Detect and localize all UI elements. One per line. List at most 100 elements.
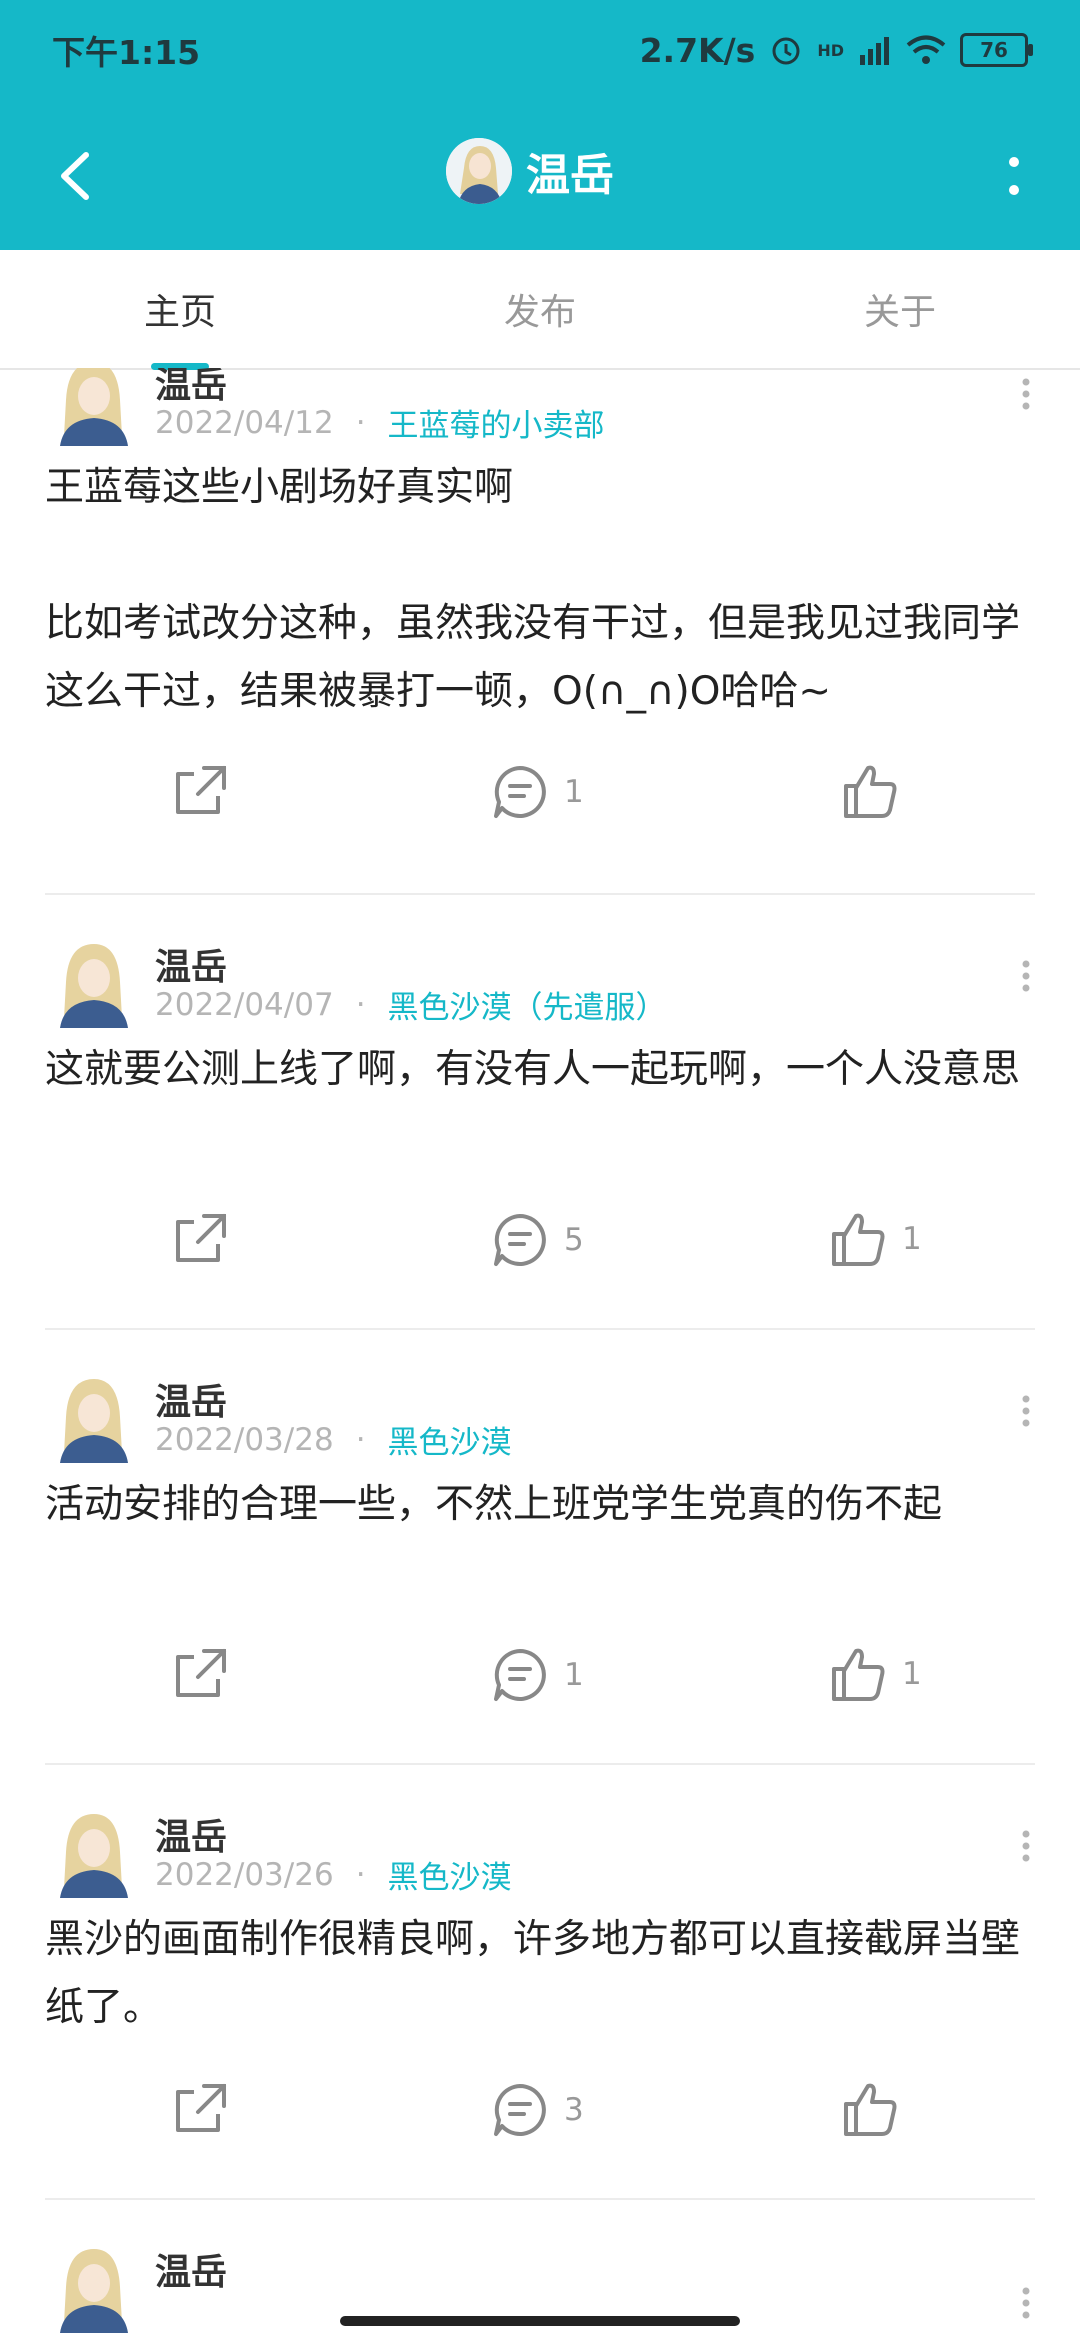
status-bar: 下午1:15 2.7K/s HD 76 <box>0 0 1080 100</box>
tab-bar: 主页 发布 关于 <box>0 250 1080 370</box>
post-content[interactable]: 黑沙的画面制作很精良啊，许多地方都可以直接截屏当壁纸了。 <box>45 1906 1045 2042</box>
post-content[interactable]: 活动安排的合理一些，不然上班党学生党真的伤不起 <box>45 1471 1045 1539</box>
comment-button[interactable]: 5 <box>490 1210 584 1270</box>
tab-publish[interactable]: 发布 <box>360 250 720 368</box>
share-button[interactable] <box>172 1645 230 1703</box>
post-feed[interactable]: 温岳 2022/04/12 · 王蓝莓的小卖部 王蓝莓这些小剧场好真实啊 比如考… <box>0 368 1080 2340</box>
comment-icon <box>494 1649 546 1701</box>
community-tag[interactable]: 王蓝莓的小卖部 <box>388 400 605 445</box>
tab-label: 关于 <box>863 292 936 333</box>
post-more-button[interactable] <box>1006 368 1046 424</box>
net-speed: 2.7K/s <box>639 30 756 70</box>
alarm-icon <box>772 37 800 65</box>
post-more-button[interactable] <box>1006 1816 1046 1876</box>
avatar[interactable] <box>52 2243 134 2333</box>
more-vertical-icon <box>1022 378 1030 410</box>
community-tag[interactable]: 黑色沙漠（先遣服） <box>388 982 667 1027</box>
community-tag[interactable]: 黑色沙漠 <box>388 1852 512 1897</box>
comment-button[interactable]: 3 <box>490 2080 584 2140</box>
post-actions: 3 <box>0 2080 1080 2160</box>
community-tag[interactable]: 黑色沙漠 <box>388 1417 512 1462</box>
hd-label: HD <box>817 40 844 60</box>
share-button[interactable] <box>172 762 230 820</box>
avatar[interactable] <box>446 138 512 204</box>
post-card[interactable]: 温岳 2022/04/12 · 王蓝莓的小卖部 王蓝莓这些小剧场好真实啊 比如考… <box>0 368 1080 856</box>
thumbs-up-icon <box>844 765 897 818</box>
like-button[interactable] <box>840 2080 914 2138</box>
like-button[interactable] <box>840 762 914 820</box>
post-actions: 5 1 <box>0 1210 1080 1290</box>
more-button[interactable] <box>978 140 1050 212</box>
avatar[interactable] <box>52 1373 134 1463</box>
author-name[interactable]: 温岳 <box>155 2243 227 2295</box>
comment-count: 1 <box>564 1657 584 1693</box>
header-user: 温岳 <box>446 138 614 204</box>
more-vertical-icon <box>1022 2287 1030 2319</box>
post-card[interactable]: 温岳 2022/03/26 · 黑色沙漠 黑沙的画面制作很精良啊，许多地方都可以… <box>0 1808 1080 2228</box>
top-header: 下午1:15 2.7K/s HD 76 温岳 <box>0 0 1080 250</box>
status-icons: 2.7K/s HD 76 <box>639 30 1033 70</box>
thumbs-up-icon <box>832 1648 885 1701</box>
share-icon <box>176 766 226 814</box>
share-button[interactable] <box>172 1210 230 1268</box>
thumbs-up-icon <box>844 2083 897 2136</box>
post-meta: 2022/03/28 · 黑色沙漠 <box>155 1417 512 1462</box>
divider <box>45 1763 1035 1765</box>
comment-icon <box>494 766 546 818</box>
more-vertical-icon <box>1009 157 1019 195</box>
tab-label: 主页 <box>143 292 216 333</box>
tab-home[interactable]: 主页 <box>0 250 360 370</box>
nav-bar: 温岳 <box>0 100 1080 250</box>
chevron-left-icon <box>61 152 89 200</box>
divider <box>45 893 1035 895</box>
cellular-signal-icon <box>860 37 889 65</box>
like-count: 1 <box>902 1221 922 1257</box>
like-button[interactable]: 1 <box>828 1210 922 1268</box>
divider <box>45 2198 1035 2200</box>
post-more-button[interactable] <box>1006 2273 1046 2333</box>
post-more-button[interactable] <box>1006 946 1046 1006</box>
more-vertical-icon <box>1022 1395 1030 1427</box>
avatar[interactable] <box>52 1808 134 1898</box>
comment-count: 1 <box>564 774 584 810</box>
post-card[interactable]: 温岳 2022/04/07 · 黑色沙漠（先遣服） 这就要公测上线了啊，有没有人… <box>0 938 1080 1358</box>
wifi-icon <box>906 35 946 64</box>
post-card[interactable]: 温岳 2022/03/28 · 黑色沙漠 活动安排的合理一些，不然上班党学生党真… <box>0 1373 1080 1793</box>
post-actions: 1 <box>0 762 1080 842</box>
share-button[interactable] <box>172 2080 230 2138</box>
post-meta: 2022/04/12 · 王蓝莓的小卖部 <box>155 400 605 445</box>
post-date: 2022/04/07 <box>155 986 334 1023</box>
comment-icon <box>494 1214 546 1266</box>
more-vertical-icon <box>1022 1830 1030 1862</box>
more-vertical-icon <box>1022 960 1030 992</box>
like-count: 1 <box>902 1656 922 1692</box>
back-button[interactable] <box>40 140 112 212</box>
avatar[interactable] <box>52 938 134 1028</box>
like-button[interactable]: 1 <box>828 1645 922 1703</box>
post-meta: 2022/03/26 · 黑色沙漠 <box>155 1852 512 1897</box>
post-date: 2022/03/26 <box>155 1856 334 1893</box>
tab-label: 发布 <box>503 292 576 333</box>
post-content[interactable]: 王蓝莓这些小剧场好真实啊 比如考试改分这种，虽然我没有干过，但是我见过我同学这么… <box>45 454 1045 726</box>
avatar[interactable] <box>52 368 134 446</box>
post-actions: 1 1 <box>0 1645 1080 1725</box>
comment-count: 5 <box>564 1222 584 1258</box>
post-date: 2022/03/28 <box>155 1421 334 1458</box>
post-date: 2022/04/12 <box>155 404 334 441</box>
status-time: 下午1:15 <box>52 33 201 72</box>
post-meta: 2022/04/07 · 黑色沙漠（先遣服） <box>155 982 667 1027</box>
home-indicator[interactable] <box>340 2316 740 2326</box>
divider <box>45 1328 1035 1330</box>
comment-count: 3 <box>564 2092 584 2128</box>
post-more-button[interactable] <box>1006 1381 1046 1441</box>
page-title: 温岳 <box>526 150 614 201</box>
battery-icon: 76 <box>960 33 1033 67</box>
post-content[interactable]: 这就要公测上线了啊，有没有人一起玩啊，一个人没意思 <box>45 1036 1045 1104</box>
comment-button[interactable]: 1 <box>490 762 584 822</box>
share-icon <box>176 1649 226 1697</box>
thumbs-up-icon <box>832 1213 885 1266</box>
comment-button[interactable]: 1 <box>490 1645 584 1705</box>
share-icon <box>176 2084 226 2132</box>
tab-about[interactable]: 关于 <box>720 250 1080 368</box>
share-icon <box>176 1214 226 1262</box>
